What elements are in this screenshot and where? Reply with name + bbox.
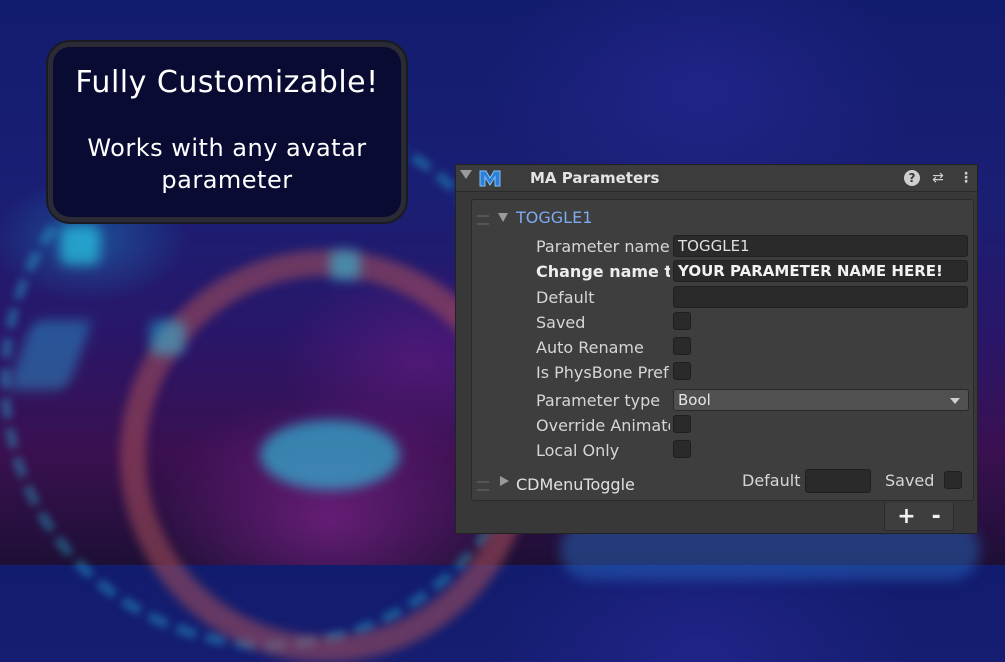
feature-callout: Fully Customizable! Works with any avata… [48, 42, 406, 222]
label-saved: Saved [536, 313, 586, 332]
label-change-name: Change name t [536, 262, 670, 281]
default-input[interactable] [673, 286, 968, 308]
entry-name-toggle1[interactable]: TOGGLE1 [516, 208, 592, 227]
label-default: Default [742, 471, 801, 490]
label-override-animator: Override Animato [536, 416, 670, 435]
remove-button[interactable]: - [932, 504, 941, 529]
fold-down-icon[interactable] [460, 170, 472, 179]
local-only-checkbox[interactable] [673, 440, 691, 458]
help-icon[interactable]: ? [904, 170, 920, 186]
auto-rename-checkbox[interactable] [673, 337, 691, 355]
change-name-input[interactable]: YOUR PARAMETER NAME HERE! [673, 260, 968, 282]
kebab-menu-icon[interactable]: ⋮ [958, 170, 974, 186]
add-button[interactable]: + [897, 504, 915, 529]
label-parameter-type: Parameter type [536, 391, 661, 410]
parameter-type-dropdown[interactable]: Bool [673, 389, 969, 411]
label-default: Default [536, 288, 595, 307]
override-animator-checkbox[interactable] [673, 415, 691, 433]
fold-right-icon[interactable] [500, 476, 509, 486]
cdmenutoggle-saved-checkbox[interactable] [944, 471, 962, 489]
label-is-physbone-prefix: Is PhysBone Pref [536, 363, 669, 382]
drag-handle-icon[interactable] [477, 215, 489, 225]
fold-down-icon[interactable] [498, 213, 508, 222]
label-parameter-name: Parameter name [536, 237, 670, 256]
chevron-down-icon [950, 398, 960, 404]
drag-handle-icon[interactable] [477, 481, 489, 491]
presets-sliders-icon[interactable]: ⇄ [930, 170, 946, 186]
parameter-list: TOGGLE1 Parameter name TOGGLE1 Change na… [471, 199, 974, 501]
component-title: MA Parameters [530, 169, 660, 187]
cdmenutoggle-default-input[interactable] [805, 469, 871, 493]
is-physbone-prefix-checkbox[interactable] [673, 362, 691, 380]
label-auto-rename: Auto Rename [536, 338, 644, 357]
saved-checkbox[interactable] [673, 312, 691, 330]
callout-subtitle: Works with any avatar parameter [87, 134, 367, 194]
component-header[interactable]: MA Parameters ? ⇄ ⋮ [456, 165, 977, 192]
ma-parameters-inspector: MA Parameters ? ⇄ ⋮ TOGGLE1 Parameter na… [455, 164, 978, 534]
entry-name-cdmenutoggle[interactable]: CDMenuToggle [516, 475, 635, 494]
parameter-type-value: Bool [678, 391, 711, 409]
label-local-only: Local Only [536, 441, 620, 460]
label-saved: Saved [885, 471, 935, 490]
list-add-remove-controls: + - [884, 503, 954, 531]
callout-title: Fully Customizable! [75, 65, 379, 100]
modular-avatar-logo-icon [479, 170, 501, 187]
parameter-name-input[interactable]: TOGGLE1 [673, 235, 968, 257]
